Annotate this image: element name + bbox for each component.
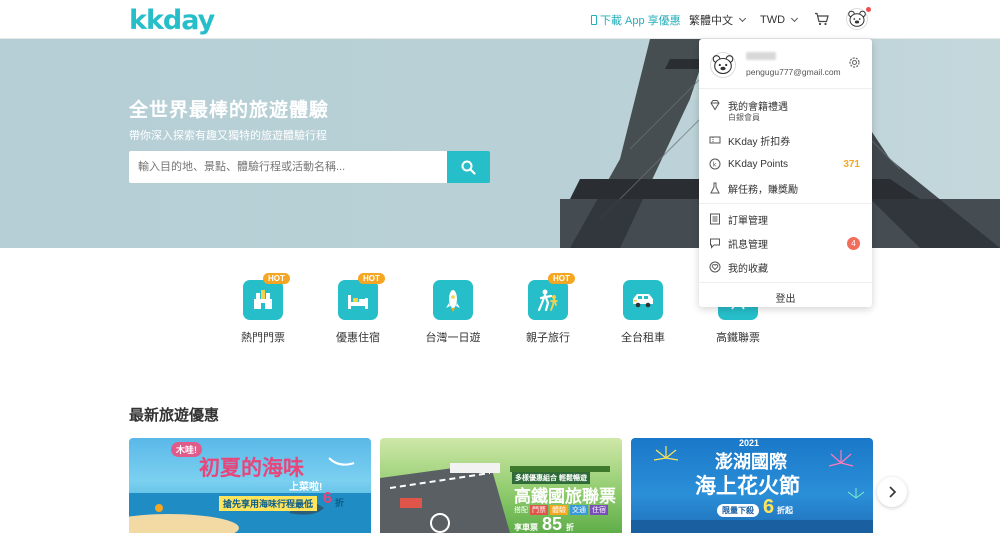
menu-item-favorites[interactable]: 我的收藏 xyxy=(699,256,872,278)
menu-item-label: KKday Points xyxy=(728,158,789,170)
language-label: 繁體中文 xyxy=(689,14,733,27)
category-car-rental[interactable]: 全台租車 xyxy=(603,280,683,345)
card-title-line2: 海上花火節 xyxy=(695,475,800,498)
dropdown-profile: pengugu777@gmail.com xyxy=(699,39,872,89)
diamond-icon xyxy=(710,100,720,111)
card-title: 高鐵國旅聯票 xyxy=(514,487,616,506)
rocket-icon xyxy=(433,280,473,320)
car-icon xyxy=(623,280,663,320)
category-label: 全台租車 xyxy=(621,332,665,344)
category-label: 優惠住宿 xyxy=(336,332,380,344)
user-email: pengugu777@gmail.com xyxy=(746,67,841,77)
menu-item-membership[interactable]: 我的會籍禮遇 白銀會員 xyxy=(699,95,872,125)
menu-item-label: 訂單管理 xyxy=(728,215,768,227)
bed-icon: HOT xyxy=(338,273,385,320)
message-count-badge: 4 xyxy=(847,236,860,250)
category-label: 親子旅行 xyxy=(526,332,570,344)
user-name-blurred xyxy=(746,52,776,60)
message-icon xyxy=(710,238,720,249)
category-family-travel[interactable]: HOT 親子旅行 xyxy=(508,273,588,345)
category-label: 台灣一日遊 xyxy=(425,332,481,344)
card-bubble: 木哇! xyxy=(171,442,202,457)
card-tag: 交通 xyxy=(570,505,588,515)
card-tag: 搶先享用海味行程最低 xyxy=(219,496,318,511)
card-tag-prefix: 搭配 xyxy=(514,507,528,514)
kkday-logo[interactable]: kkday xyxy=(129,5,215,36)
card-discount: 6 xyxy=(763,496,775,518)
download-app-label: 下載 App 享優惠 xyxy=(600,14,681,27)
card-year: 2021 xyxy=(739,438,760,448)
order-icon xyxy=(710,213,720,225)
card-tag: 住宿 xyxy=(590,505,608,515)
promo-card-penghu-fireworks[interactable]: 2021 澎湖國際 海上花火節 限量下殺 6 折起 xyxy=(631,438,873,533)
menu-item-messages[interactable]: 訊息管理 4 xyxy=(699,232,872,254)
search-input[interactable] xyxy=(129,151,447,183)
membership-level: 白銀會員 xyxy=(728,113,760,122)
currency-selector[interactable]: TWD xyxy=(760,0,799,39)
menu-item-label: 解任務，賺獎勵 xyxy=(728,184,798,196)
family-icon: HOT xyxy=(528,273,575,320)
card-tag: 限量下殺 xyxy=(717,504,759,517)
menu-item-points[interactable]: k KKday Points 371 xyxy=(699,153,872,175)
menu-item-missions[interactable]: 解任務，賺獎勵 xyxy=(699,177,872,199)
menu-item-label: 我的收藏 xyxy=(728,263,768,275)
menu-divider xyxy=(699,203,872,204)
category-label: 熱門門票 xyxy=(241,332,285,344)
chevron-down-icon xyxy=(738,14,747,22)
svg-text:k: k xyxy=(713,161,717,169)
menu-divider xyxy=(699,282,872,283)
hot-badge: HOT xyxy=(358,273,385,284)
category-taiwan-day-tour[interactable]: 台灣一日遊 xyxy=(413,280,493,345)
card-discount-unit: 折 xyxy=(335,498,345,508)
ticket-castle-icon: HOT xyxy=(243,273,290,320)
card-subtitle: 上菜啦! xyxy=(289,482,323,493)
promo-card-hsr-pass[interactable]: 多樣優惠組合 輕鬆暢遊 高鐵國旅聯票 搭配 門票 體驗 交通 住宿 享車票 85… xyxy=(380,438,622,533)
phone-icon xyxy=(591,14,597,25)
chevron-right-icon xyxy=(889,486,897,498)
points-value: 371 xyxy=(843,158,860,170)
card-discount: 6 xyxy=(323,490,332,507)
hot-badge: HOT xyxy=(548,273,575,284)
hot-badge: HOT xyxy=(263,273,290,284)
card-discount-unit: 折起 xyxy=(777,506,793,515)
hero-title: 全世界最棒的旅遊體驗 xyxy=(129,100,330,121)
user-avatar-button[interactable] xyxy=(846,8,868,30)
menu-item-orders[interactable]: 訂單管理 xyxy=(699,208,872,230)
category-popular-tickets[interactable]: HOT 熱門門票 xyxy=(223,273,303,345)
download-app-link[interactable]: 下載 App 享優惠 xyxy=(591,0,681,39)
logout-button[interactable]: 登出 xyxy=(699,290,872,305)
flask-icon xyxy=(710,182,720,194)
avatar xyxy=(710,52,736,78)
menu-item-coupons[interactable]: KKday 折扣券 xyxy=(699,129,872,151)
promo-card-summer-seafood[interactable]: 木哇! 初夏的海味 上菜啦! 搶先享用海味行程最低 6 折 xyxy=(129,438,371,533)
category-hotels[interactable]: HOT 優惠住宿 xyxy=(318,273,398,345)
points-icon: k xyxy=(709,158,721,170)
category-label: 高鐵聯票 xyxy=(716,332,760,344)
gear-icon[interactable] xyxy=(848,56,861,69)
language-selector[interactable]: 繁體中文 xyxy=(689,0,747,39)
currency-label: TWD xyxy=(760,13,786,26)
card-price: 85 xyxy=(542,514,563,533)
user-dropdown-menu: pengugu777@gmail.com 我的會籍禮遇 白銀會員 KKday 折… xyxy=(699,39,872,307)
coupon-icon xyxy=(709,136,721,144)
hero-subtitle: 帶你深入探索有趣又獨特的旅遊體驗行程 xyxy=(129,130,327,142)
favorite-icon xyxy=(709,261,721,273)
menu-item-label: 訊息管理 xyxy=(728,239,768,251)
carousel-next-button[interactable] xyxy=(877,477,907,507)
top-header: kkday 下載 App 享優惠 繁體中文 TWD xyxy=(0,0,1000,39)
menu-item-label: 我的會籍禮遇 xyxy=(728,102,788,113)
search-button[interactable] xyxy=(447,151,490,183)
notification-dot xyxy=(866,7,871,12)
section-title: 最新旅遊優惠 xyxy=(129,407,220,424)
chevron-down-icon xyxy=(791,14,799,22)
card-price-label: 享車票 xyxy=(514,523,538,532)
search-icon xyxy=(461,160,476,175)
menu-item-label: KKday 折扣券 xyxy=(728,136,791,148)
cart-icon[interactable] xyxy=(814,12,829,26)
card-price-unit: 折 xyxy=(566,523,574,532)
